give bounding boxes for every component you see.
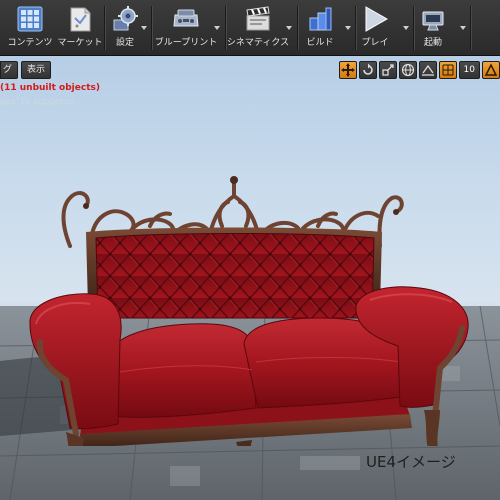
toolbar-settings-label: 設定: [115, 38, 134, 48]
surface-snap-icon: [421, 64, 434, 76]
grid-snap-toggle[interactable]: [438, 61, 457, 79]
toolbar-blueprint-label: ブループリント: [154, 38, 218, 48]
gamepad-icon: [173, 9, 199, 27]
toolbar-content-button[interactable]: コンテンツ: [6, 4, 54, 52]
launch-dropdown-arrow[interactable]: [460, 26, 466, 32]
clapperboard-icon: [246, 6, 270, 31]
toolbar-cinematics-button[interactable]: シネマティクス: [226, 4, 290, 52]
surface-snap-toggle[interactable]: [418, 61, 437, 79]
level-viewport[interactable]: グ 表示 10 (11 unbuilt objects) ges' to sup…: [0, 56, 500, 500]
globe-icon: [401, 63, 414, 77]
toolbar-settings-button[interactable]: 設定: [108, 4, 142, 52]
settings-dropdown-arrow[interactable]: [141, 26, 147, 32]
toolbar-build-button[interactable]: ビルド: [300, 4, 340, 52]
play-icon: [365, 6, 389, 32]
toolbar-play-label: プレイ: [361, 38, 389, 48]
toolbar-market-label: マーケット: [57, 38, 103, 48]
rotate-icon: [362, 63, 373, 75]
blueprint-dropdown-arrow[interactable]: [214, 26, 220, 32]
viewport-right-controls: 10: [338, 60, 500, 80]
market-icon: [70, 7, 91, 32]
angle-icon: [484, 63, 498, 76]
build-icon: [309, 7, 332, 31]
viewport-left-controls: グ 表示: [0, 61, 52, 79]
toolbar-build-label: ビルド: [306, 38, 334, 48]
grid-snap-value[interactable]: 10: [458, 61, 480, 79]
main-toolbar: コンテンツ マーケット 設定 ブループリント シネマティクス ビルド プレイ 起…: [0, 0, 500, 56]
scale-icon: [381, 64, 394, 76]
red-leather-sofa[interactable]: [0, 116, 500, 446]
image-caption: UE4イメージ: [366, 453, 456, 471]
rotate-tool[interactable]: [358, 61, 377, 79]
build-dropdown-arrow[interactable]: [345, 26, 351, 32]
grid-icon: [17, 6, 43, 32]
gear-icon: [113, 6, 138, 31]
world-local-toggle[interactable]: [398, 61, 417, 79]
move-arrows-icon: [340, 63, 355, 77]
play-dropdown-arrow[interactable]: [403, 26, 409, 32]
toolbar-launch-button[interactable]: 起動: [416, 4, 450, 52]
grid-snap-icon: [442, 64, 454, 76]
viewport-show-dropdown[interactable]: 表示: [21, 61, 52, 79]
launch-icon: [422, 11, 444, 31]
translate-tool[interactable]: [338, 61, 357, 79]
toolbar-play-button[interactable]: プレイ: [358, 4, 392, 52]
lighting-warning-hint: ges' to suppress: [0, 97, 74, 107]
lighting-warning: (11 unbuilt objects): [0, 83, 100, 93]
toolbar-market-button[interactable]: マーケット: [57, 4, 103, 52]
toolbar-cinematics-label: シネマティクス: [226, 38, 290, 48]
toolbar-blueprint-button[interactable]: ブループリント: [154, 4, 218, 52]
toolbar-content-label: コンテンツ: [7, 38, 53, 48]
cinematics-dropdown-arrow[interactable]: [286, 26, 292, 32]
toolbar-launch-label: 起動: [423, 38, 442, 48]
scale-tool[interactable]: [378, 61, 397, 79]
rotation-snap-toggle[interactable]: [482, 61, 500, 79]
viewport-lit-dropdown[interactable]: グ: [0, 61, 19, 79]
